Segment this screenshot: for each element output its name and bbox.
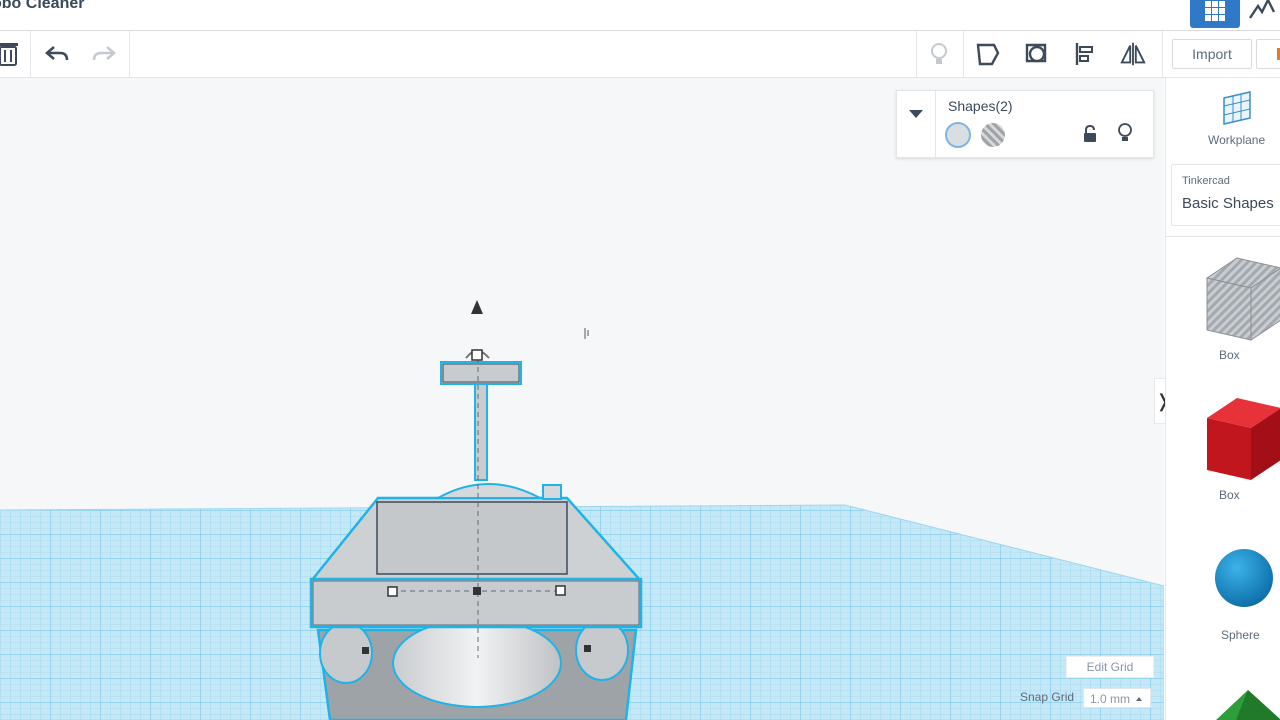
toolbar-divider xyxy=(129,31,130,77)
rotate-handle-icon[interactable] xyxy=(465,349,490,361)
ungroup-icon[interactable] xyxy=(1023,41,1051,67)
red-box-icon xyxy=(1207,398,1280,480)
shape-box-hole[interactable]: Box xyxy=(1201,256,1280,376)
mouse-cursor-icon xyxy=(584,328,589,339)
group-icon[interactable] xyxy=(974,41,1002,67)
hole-box-icon xyxy=(1205,257,1280,341)
grid-view-icon xyxy=(1205,1,1225,21)
workplane-icon xyxy=(1223,91,1251,125)
lightbulb-icon[interactable] xyxy=(925,41,953,67)
toolbar-divider xyxy=(1162,31,1163,77)
shape-inspector: Shapes(2) xyxy=(896,90,1154,158)
codeblocks-icon[interactable] xyxy=(1248,0,1280,22)
scale-handle-left[interactable] xyxy=(387,586,398,597)
pyramid-icon[interactable] xyxy=(1216,690,1280,720)
toolbar-divider xyxy=(916,31,917,77)
scale-handle-side-left[interactable] xyxy=(362,647,369,654)
snap-grid-value: 1.0 mm xyxy=(1090,692,1131,706)
shape-label: Box xyxy=(1219,348,1240,362)
solid-color-swatch[interactable] xyxy=(945,122,971,148)
edit-toolbar: Import xyxy=(0,31,1280,78)
scale-handle-center[interactable] xyxy=(473,587,481,595)
shape-box[interactable]: Box xyxy=(1201,396,1280,516)
shape-sphere[interactable]: Sphere xyxy=(1201,546,1280,666)
shape-library-select[interactable]: Tinkercad Basic Shapes xyxy=(1171,164,1280,226)
design-title[interactable]: obo Cleaner xyxy=(0,0,84,13)
workplane-label: Workplane xyxy=(1208,133,1266,147)
3d-viewport[interactable]: Shapes(2) Edit Grid Snap Grid 1.0 mm xyxy=(0,78,1164,720)
caret-down-icon[interactable] xyxy=(907,107,925,121)
lightbulb-icon[interactable] xyxy=(1117,123,1133,143)
redo-arrow-icon xyxy=(90,41,118,67)
snap-grid-select[interactable]: 1.0 mm xyxy=(1083,688,1151,708)
3d-view-button[interactable] xyxy=(1190,0,1240,28)
hole-swatch[interactable] xyxy=(981,123,1005,147)
trash-icon[interactable] xyxy=(0,41,22,67)
export-button[interactable] xyxy=(1256,39,1280,69)
shapes-panel: Workplane Tinkercad Basic Shapes Box Box… xyxy=(1165,78,1280,720)
title-bar: obo Cleaner xyxy=(0,0,1280,31)
inspector-title: Shapes(2) xyxy=(948,98,1013,114)
scale-handle-right[interactable] xyxy=(555,585,566,596)
library-name: Basic Shapes xyxy=(1182,195,1274,212)
library-category: Tinkercad xyxy=(1182,175,1230,187)
unlock-icon[interactable] xyxy=(1083,125,1097,143)
align-icon[interactable] xyxy=(1072,41,1100,67)
caret-up-icon xyxy=(1136,697,1142,701)
snap-grid-label: Snap Grid xyxy=(1020,690,1075,704)
toolbar-divider xyxy=(963,31,964,77)
shape-label: Box xyxy=(1219,488,1240,502)
scale-handle-side-right[interactable] xyxy=(584,645,591,652)
mirror-icon[interactable] xyxy=(1119,41,1147,67)
edit-grid-button[interactable]: Edit Grid xyxy=(1066,656,1154,678)
shape-label: Sphere xyxy=(1221,628,1260,642)
workplane-button[interactable]: Workplane xyxy=(1166,78,1280,156)
inspector-divider xyxy=(935,91,936,157)
undo-arrow-icon[interactable] xyxy=(43,41,71,67)
panel-divider xyxy=(1166,236,1280,237)
workplane-scene[interactable] xyxy=(0,78,1164,720)
robot-cleaner-model[interactable] xyxy=(309,358,643,720)
lift-handle-icon[interactable] xyxy=(471,300,483,314)
import-button[interactable]: Import xyxy=(1172,39,1252,69)
toolbar-divider xyxy=(30,31,31,77)
sphere-icon xyxy=(1215,549,1273,607)
